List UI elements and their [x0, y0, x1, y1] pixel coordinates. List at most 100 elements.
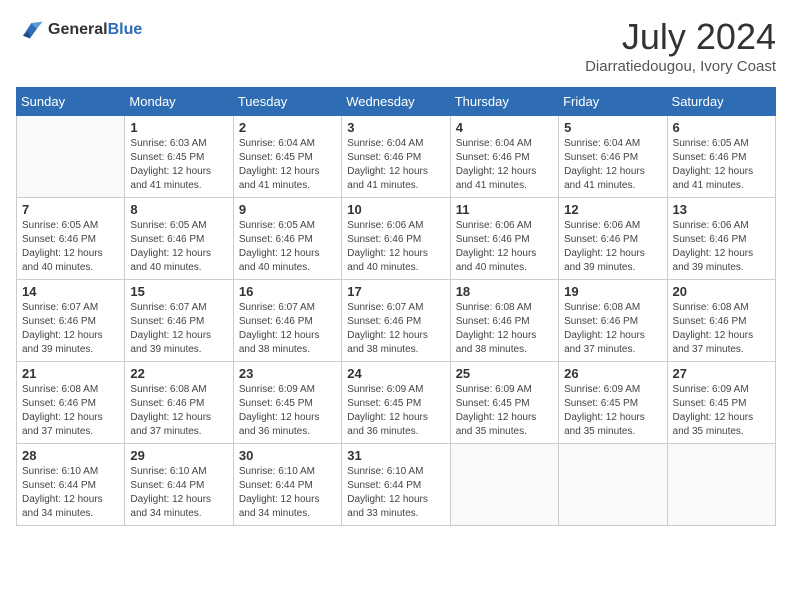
calendar-cell — [17, 116, 125, 198]
weekday-header-row: SundayMondayTuesdayWednesdayThursdayFrid… — [17, 88, 776, 116]
calendar-cell: 15 Sunrise: 6:07 AMSunset: 6:46 PMDaylig… — [125, 280, 233, 362]
calendar-cell: 24 Sunrise: 6:09 AMSunset: 6:45 PMDaylig… — [342, 362, 450, 444]
day-info: Sunrise: 6:10 AMSunset: 6:44 PMDaylight:… — [22, 465, 119, 521]
day-info: Sunrise: 6:05 AMSunset: 6:46 PMDaylight:… — [130, 219, 227, 275]
day-number: 24 — [347, 366, 444, 381]
location-subtitle: Diarratiedougou, Ivory Coast — [585, 58, 776, 75]
calendar-cell: 20 Sunrise: 6:08 AMSunset: 6:46 PMDaylig… — [667, 280, 775, 362]
logo-text: GeneralBlue — [48, 21, 142, 39]
calendar-week-row: 1 Sunrise: 6:03 AMSunset: 6:45 PMDayligh… — [17, 116, 776, 198]
day-number: 11 — [456, 202, 553, 217]
day-info: Sunrise: 6:10 AMSunset: 6:44 PMDaylight:… — [347, 465, 444, 521]
day-number: 6 — [673, 120, 770, 135]
day-number: 17 — [347, 284, 444, 299]
day-info: Sunrise: 6:05 AMSunset: 6:46 PMDaylight:… — [673, 137, 770, 193]
calendar-cell: 10 Sunrise: 6:06 AMSunset: 6:46 PMDaylig… — [342, 198, 450, 280]
day-info: Sunrise: 6:04 AMSunset: 6:45 PMDaylight:… — [239, 137, 336, 193]
day-number: 2 — [239, 120, 336, 135]
calendar-cell: 23 Sunrise: 6:09 AMSunset: 6:45 PMDaylig… — [233, 362, 341, 444]
weekday-header-friday: Friday — [559, 88, 667, 116]
day-number: 12 — [564, 202, 661, 217]
calendar-cell: 14 Sunrise: 6:07 AMSunset: 6:46 PMDaylig… — [17, 280, 125, 362]
calendar-week-row: 14 Sunrise: 6:07 AMSunset: 6:46 PMDaylig… — [17, 280, 776, 362]
day-number: 8 — [130, 202, 227, 217]
day-number: 15 — [130, 284, 227, 299]
day-number: 1 — [130, 120, 227, 135]
logo: GeneralBlue — [16, 16, 142, 44]
day-number: 31 — [347, 448, 444, 463]
day-number: 28 — [22, 448, 119, 463]
day-info: Sunrise: 6:09 AMSunset: 6:45 PMDaylight:… — [456, 383, 553, 439]
day-info: Sunrise: 6:05 AMSunset: 6:46 PMDaylight:… — [22, 219, 119, 275]
calendar-cell: 2 Sunrise: 6:04 AMSunset: 6:45 PMDayligh… — [233, 116, 341, 198]
weekday-header-monday: Monday — [125, 88, 233, 116]
calendar-cell: 28 Sunrise: 6:10 AMSunset: 6:44 PMDaylig… — [17, 444, 125, 526]
day-info: Sunrise: 6:09 AMSunset: 6:45 PMDaylight:… — [673, 383, 770, 439]
day-number: 22 — [130, 366, 227, 381]
day-info: Sunrise: 6:04 AMSunset: 6:46 PMDaylight:… — [564, 137, 661, 193]
day-info: Sunrise: 6:06 AMSunset: 6:46 PMDaylight:… — [564, 219, 661, 275]
day-info: Sunrise: 6:10 AMSunset: 6:44 PMDaylight:… — [239, 465, 336, 521]
day-info: Sunrise: 6:07 AMSunset: 6:46 PMDaylight:… — [22, 301, 119, 357]
day-info: Sunrise: 6:08 AMSunset: 6:46 PMDaylight:… — [130, 383, 227, 439]
calendar-cell — [667, 444, 775, 526]
calendar-cell: 3 Sunrise: 6:04 AMSunset: 6:46 PMDayligh… — [342, 116, 450, 198]
calendar-cell: 29 Sunrise: 6:10 AMSunset: 6:44 PMDaylig… — [125, 444, 233, 526]
calendar-cell: 16 Sunrise: 6:07 AMSunset: 6:46 PMDaylig… — [233, 280, 341, 362]
weekday-header-wednesday: Wednesday — [342, 88, 450, 116]
day-number: 13 — [673, 202, 770, 217]
day-number: 25 — [456, 366, 553, 381]
calendar-cell: 8 Sunrise: 6:05 AMSunset: 6:46 PMDayligh… — [125, 198, 233, 280]
day-info: Sunrise: 6:09 AMSunset: 6:45 PMDaylight:… — [347, 383, 444, 439]
month-year-title: July 2024 — [585, 16, 776, 58]
day-number: 27 — [673, 366, 770, 381]
calendar-cell: 30 Sunrise: 6:10 AMSunset: 6:44 PMDaylig… — [233, 444, 341, 526]
calendar-cell: 27 Sunrise: 6:09 AMSunset: 6:45 PMDaylig… — [667, 362, 775, 444]
day-number: 29 — [130, 448, 227, 463]
day-number: 3 — [347, 120, 444, 135]
day-info: Sunrise: 6:10 AMSunset: 6:44 PMDaylight:… — [130, 465, 227, 521]
day-number: 14 — [22, 284, 119, 299]
calendar-cell — [559, 444, 667, 526]
weekday-header-sunday: Sunday — [17, 88, 125, 116]
day-info: Sunrise: 6:06 AMSunset: 6:46 PMDaylight:… — [673, 219, 770, 275]
calendar-cell: 9 Sunrise: 6:05 AMSunset: 6:46 PMDayligh… — [233, 198, 341, 280]
calendar-cell: 17 Sunrise: 6:07 AMSunset: 6:46 PMDaylig… — [342, 280, 450, 362]
day-number: 7 — [22, 202, 119, 217]
day-number: 20 — [673, 284, 770, 299]
calendar-week-row: 21 Sunrise: 6:08 AMSunset: 6:46 PMDaylig… — [17, 362, 776, 444]
calendar-week-row: 28 Sunrise: 6:10 AMSunset: 6:44 PMDaylig… — [17, 444, 776, 526]
day-number: 5 — [564, 120, 661, 135]
calendar-cell — [450, 444, 558, 526]
page-header: GeneralBlue July 2024 Diarratiedougou, I… — [16, 16, 776, 75]
day-number: 9 — [239, 202, 336, 217]
calendar-table: SundayMondayTuesdayWednesdayThursdayFrid… — [16, 87, 776, 526]
day-info: Sunrise: 6:06 AMSunset: 6:46 PMDaylight:… — [347, 219, 444, 275]
day-number: 18 — [456, 284, 553, 299]
day-number: 30 — [239, 448, 336, 463]
day-info: Sunrise: 6:07 AMSunset: 6:46 PMDaylight:… — [239, 301, 336, 357]
day-info: Sunrise: 6:06 AMSunset: 6:46 PMDaylight:… — [456, 219, 553, 275]
weekday-header-saturday: Saturday — [667, 88, 775, 116]
day-number: 16 — [239, 284, 336, 299]
calendar-cell: 31 Sunrise: 6:10 AMSunset: 6:44 PMDaylig… — [342, 444, 450, 526]
calendar-cell: 26 Sunrise: 6:09 AMSunset: 6:45 PMDaylig… — [559, 362, 667, 444]
day-info: Sunrise: 6:08 AMSunset: 6:46 PMDaylight:… — [673, 301, 770, 357]
day-info: Sunrise: 6:04 AMSunset: 6:46 PMDaylight:… — [347, 137, 444, 193]
logo-icon — [16, 16, 44, 44]
calendar-cell: 12 Sunrise: 6:06 AMSunset: 6:46 PMDaylig… — [559, 198, 667, 280]
calendar-cell: 4 Sunrise: 6:04 AMSunset: 6:46 PMDayligh… — [450, 116, 558, 198]
calendar-cell: 13 Sunrise: 6:06 AMSunset: 6:46 PMDaylig… — [667, 198, 775, 280]
calendar-cell: 18 Sunrise: 6:08 AMSunset: 6:46 PMDaylig… — [450, 280, 558, 362]
calendar-cell: 11 Sunrise: 6:06 AMSunset: 6:46 PMDaylig… — [450, 198, 558, 280]
day-number: 19 — [564, 284, 661, 299]
day-number: 21 — [22, 366, 119, 381]
day-number: 26 — [564, 366, 661, 381]
day-info: Sunrise: 6:08 AMSunset: 6:46 PMDaylight:… — [456, 301, 553, 357]
calendar-cell: 7 Sunrise: 6:05 AMSunset: 6:46 PMDayligh… — [17, 198, 125, 280]
calendar-cell: 19 Sunrise: 6:08 AMSunset: 6:46 PMDaylig… — [559, 280, 667, 362]
calendar-cell: 21 Sunrise: 6:08 AMSunset: 6:46 PMDaylig… — [17, 362, 125, 444]
day-info: Sunrise: 6:08 AMSunset: 6:46 PMDaylight:… — [22, 383, 119, 439]
day-info: Sunrise: 6:03 AMSunset: 6:45 PMDaylight:… — [130, 137, 227, 193]
calendar-week-row: 7 Sunrise: 6:05 AMSunset: 6:46 PMDayligh… — [17, 198, 776, 280]
